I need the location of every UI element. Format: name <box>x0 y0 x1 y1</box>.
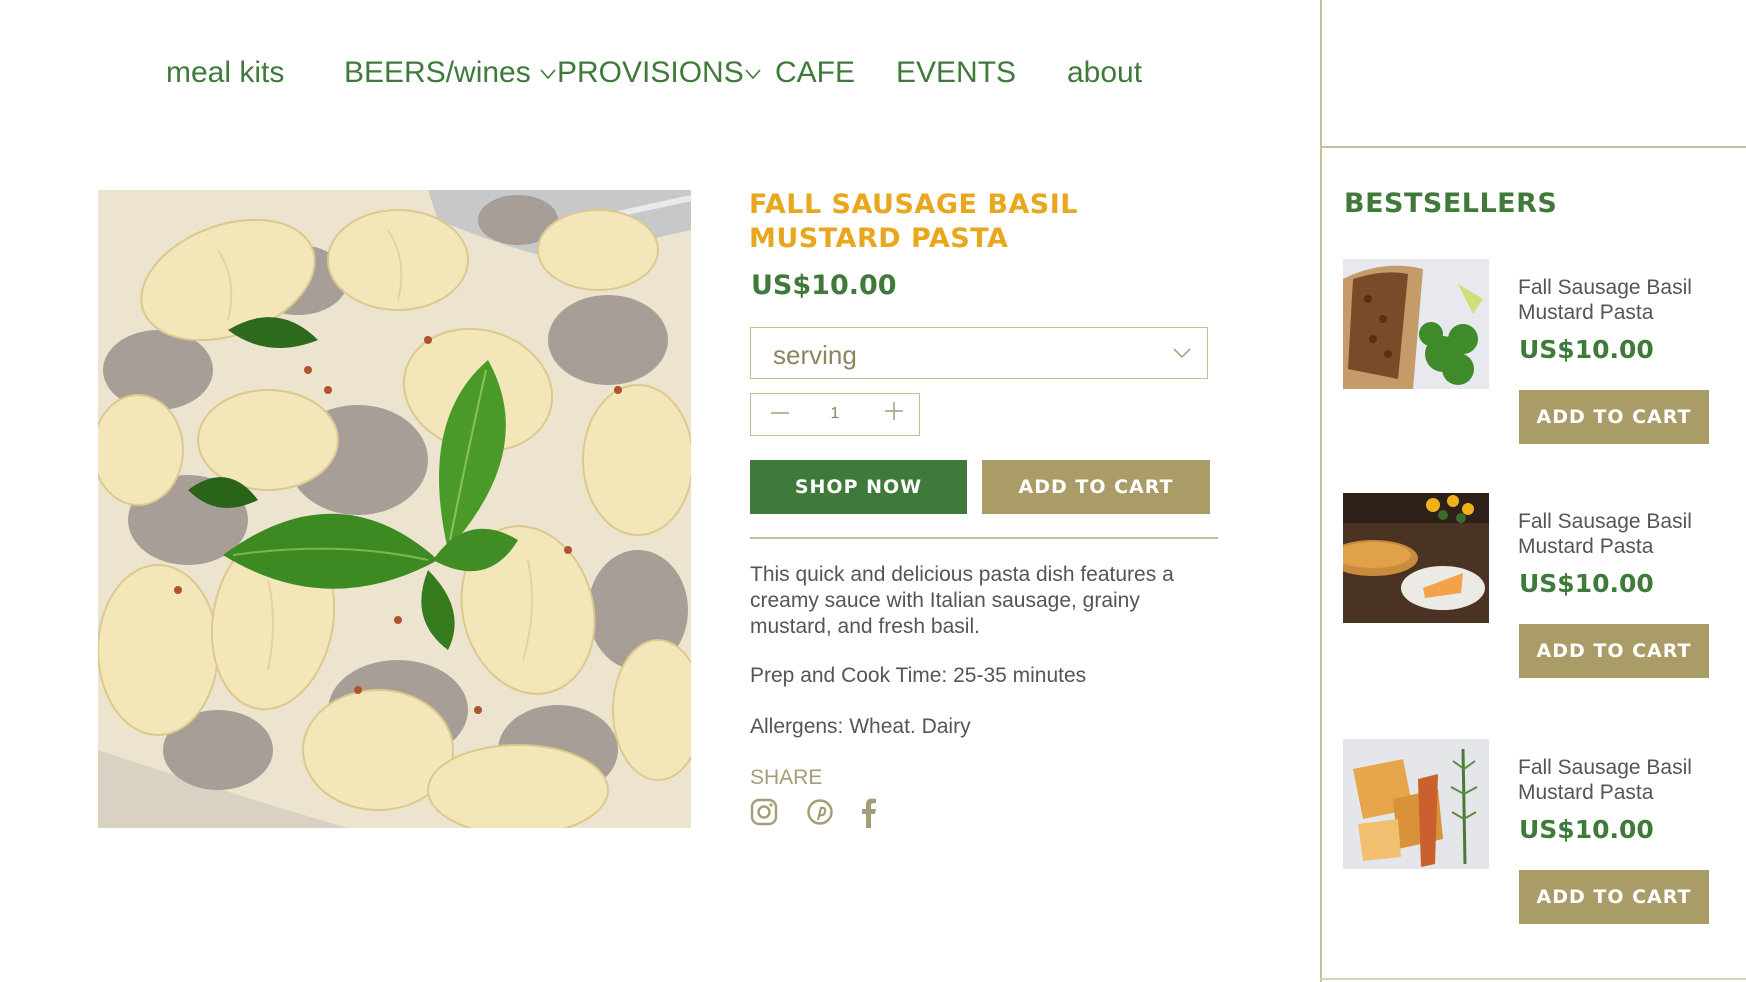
add-to-cart-button[interactable]: ADD TO CART <box>982 460 1210 514</box>
bestseller-card: Fall Sausage Basil Mustard Pasta US$10.0… <box>1343 739 1743 934</box>
bestseller-price: US$10.00 <box>1519 335 1654 364</box>
nav-label: meal kits <box>166 56 285 89</box>
product-price: US$10.00 <box>751 270 897 301</box>
nav-label: BEERS/wines <box>344 56 531 89</box>
bestseller-price: US$10.00 <box>1519 569 1654 598</box>
bestseller-name[interactable]: Fall Sausage Basil Mustard Pasta <box>1518 275 1718 325</box>
product-title: FALL SAUSAGE BASIL MUSTARD PASTA <box>749 189 1079 254</box>
bestseller-image[interactable] <box>1343 259 1489 389</box>
nav-events[interactable]: EVENTS <box>896 48 1016 98</box>
share-label: SHARE <box>750 766 823 789</box>
nav-beers-wines[interactable]: BEERS/wines <box>344 48 556 99</box>
nav-meal-kits[interactable]: meal kits <box>166 48 284 98</box>
product-description: This quick and delicious pasta dish feat… <box>750 563 1174 638</box>
chevron-down-icon <box>535 64 556 84</box>
serving-select-value: serving <box>773 340 857 370</box>
bestseller-add-to-cart-button[interactable]: ADD TO CART <box>1519 624 1709 678</box>
bestseller-add-to-cart-button[interactable]: ADD TO CART <box>1519 390 1709 444</box>
bestseller-price: US$10.00 <box>1519 815 1654 844</box>
sidebar-top-divider <box>1320 146 1746 148</box>
chevron-down-icon <box>1173 346 1191 364</box>
bestseller-card: Fall Sausage Basil Mustard Pasta US$10.0… <box>1343 493 1743 688</box>
shop-now-button[interactable]: SHOP NOW <box>750 460 967 514</box>
nav-label: EVENTS <box>896 56 1017 89</box>
bestseller-image[interactable] <box>1343 739 1489 869</box>
nav-provisions[interactable]: PROVISIONS <box>557 48 761 99</box>
product-divider <box>750 537 1218 539</box>
facebook-icon[interactable] <box>860 798 878 833</box>
nav-about[interactable]: about <box>1067 48 1142 98</box>
product-image <box>98 190 691 828</box>
allergens: Allergens: Wheat. Dairy <box>750 715 971 738</box>
chevron-down-icon <box>740 64 761 84</box>
pinterest-icon[interactable] <box>806 798 834 831</box>
nav-cafe[interactable]: CAFE <box>775 48 855 98</box>
prep-time: Prep and Cook Time: 25-35 minutes <box>750 664 1087 687</box>
bestseller-image[interactable] <box>1343 493 1489 623</box>
bestsellers-title: BESTSELLERS <box>1344 188 1558 219</box>
main-nav: meal kits BEERS/wines PROVISIONS CAFE EV… <box>0 48 1320 98</box>
bestseller-name[interactable]: Fall Sausage Basil Mustard Pasta <box>1518 509 1718 559</box>
nav-label: CAFE <box>775 56 856 89</box>
nav-label: about <box>1067 56 1143 89</box>
quantity-stepper: 1 <box>750 393 920 436</box>
sidebar-bottom-divider <box>1320 978 1746 980</box>
bestseller-add-to-cart-button[interactable]: ADD TO CART <box>1519 870 1709 924</box>
serving-select[interactable]: serving <box>750 327 1208 379</box>
instagram-icon[interactable] <box>750 798 778 831</box>
bestseller-name[interactable]: Fall Sausage Basil Mustard Pasta <box>1518 755 1718 805</box>
plus-icon[interactable] <box>883 400 905 429</box>
nav-label: PROVISIONS <box>557 56 744 89</box>
bestseller-card: Fall Sausage Basil Mustard Pasta US$10.0… <box>1343 259 1743 454</box>
